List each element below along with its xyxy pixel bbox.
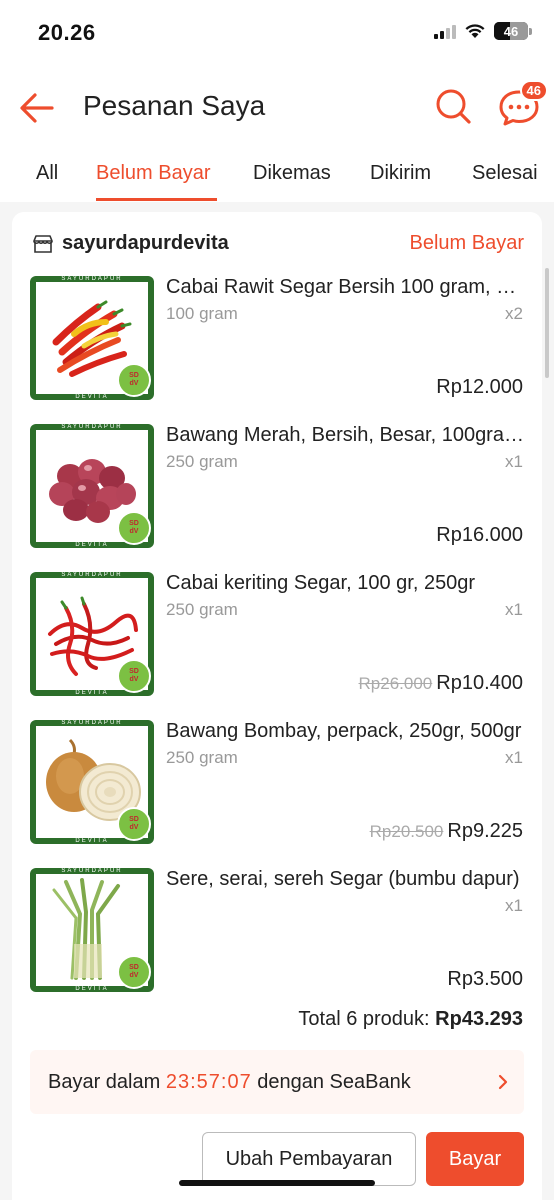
item-quantity: x2 bbox=[505, 304, 523, 323]
active-tab-indicator bbox=[96, 198, 217, 201]
order-item[interactable]: SAYURDAPUR SD dV DEVITA Bawang Merah, Be… bbox=[12, 424, 542, 550]
product-thumbnail: SAYURDAPUR SD dV DEVITA bbox=[30, 276, 154, 400]
back-button[interactable] bbox=[18, 88, 58, 128]
home-indicator[interactable] bbox=[179, 1180, 375, 1186]
shop-logo: SD dV bbox=[117, 955, 151, 989]
shop-logo: SD dV bbox=[117, 511, 151, 545]
item-variant: 100 gram bbox=[166, 304, 238, 323]
item-quantity: x1 bbox=[505, 600, 523, 619]
page-title: Pesanan Saya bbox=[83, 90, 266, 121]
order-item[interactable]: SAYURDAPUR SD dV DEVITA Cabai keriting Se… bbox=[12, 572, 542, 698]
item-title: Bawang Bombay, perpack, 250gr, 500gr bbox=[166, 720, 522, 742]
order-item[interactable]: SAYURDAPUR SD dV DEVITA Bawang Bombay, pe… bbox=[12, 720, 542, 846]
product-thumbnail: SAYURDAPUR SD dV DEVITA bbox=[30, 868, 154, 992]
item-variant: 250 gram bbox=[166, 600, 238, 619]
item-price: Rp3.500 bbox=[447, 968, 523, 990]
item-quantity: x1 bbox=[505, 452, 523, 471]
status-icons: 46 bbox=[434, 22, 532, 40]
tab-dikemas[interactable]: Dikemas bbox=[253, 162, 331, 185]
arrow-left-icon bbox=[20, 93, 54, 123]
scrollbar[interactable] bbox=[545, 268, 549, 378]
tab-all[interactable]: All bbox=[36, 162, 58, 185]
order-status: Belum Bayar bbox=[409, 232, 525, 254]
item-quantity: x1 bbox=[505, 896, 523, 915]
wifi-icon bbox=[465, 24, 485, 38]
order-total-amount: Rp43.293 bbox=[435, 1008, 523, 1030]
item-original-price: Rp20.500 bbox=[369, 822, 444, 841]
item-price: Rp12.000 bbox=[436, 376, 523, 398]
payment-deadline-banner[interactable]: Bayar dalam 23:57:07 dengan SeaBank bbox=[30, 1050, 524, 1114]
battery-level: 46 bbox=[503, 23, 519, 39]
item-price-row: Rp26.000 Rp10.400 bbox=[359, 672, 523, 695]
search-icon bbox=[436, 89, 471, 124]
thumb-brand-bottom: DEVITA bbox=[75, 542, 109, 548]
item-variant: 250 gram bbox=[166, 748, 238, 767]
item-original-price: Rp26.000 bbox=[358, 674, 433, 693]
item-variant: 250 gram bbox=[166, 452, 238, 471]
order-item[interactable]: SAYURDAPUR SD dV DEVITA Cabai Rawit Segar… bbox=[12, 276, 542, 402]
thumb-brand-bottom: DEVITA bbox=[75, 394, 109, 400]
tab-belum-bayar[interactable]: Belum Bayar bbox=[96, 162, 211, 185]
product-thumbnail: SAYURDAPUR SD dV DEVITA bbox=[30, 572, 154, 696]
item-price: Rp16.000 bbox=[436, 524, 523, 546]
app-header: Pesanan Saya 46 bbox=[0, 78, 554, 138]
thumb-brand-bottom: DEVITA bbox=[75, 838, 109, 844]
tab-dikirim[interactable]: Dikirim bbox=[370, 162, 431, 185]
order-card[interactable]: sayurdapurdevita Belum Bayar SAYURDAPUR … bbox=[12, 212, 542, 1200]
item-price-row: Rp12.000 bbox=[436, 376, 523, 399]
battery-icon: 46 bbox=[494, 22, 532, 40]
tab-selesai[interactable]: Selesai bbox=[472, 162, 538, 185]
search-button[interactable] bbox=[434, 86, 474, 126]
item-quantity: x1 bbox=[505, 748, 523, 767]
product-thumbnail: SAYURDAPUR SD dV DEVITA bbox=[30, 424, 154, 548]
item-title: Cabai keriting Segar, 100 gr, 250gr bbox=[166, 572, 476, 594]
item-price-row: Rp20.500 Rp9.225 bbox=[370, 820, 523, 843]
product-thumbnail: SAYURDAPUR SD dV DEVITA bbox=[30, 720, 154, 844]
payment-deadline-text: Bayar dalam 23:57:07 dengan SeaBank bbox=[48, 1071, 411, 1094]
chat-badge: 46 bbox=[519, 80, 548, 101]
item-price: Rp9.225 bbox=[447, 820, 523, 842]
item-title: Sere, serai, sereh Segar (bumbu dapur) bbox=[166, 868, 520, 890]
shop-name[interactable]: sayurdapurdevita bbox=[62, 232, 229, 255]
item-title: Cabai Rawit Segar Bersih 100 gram, 250 g… bbox=[166, 276, 524, 298]
payment-countdown: 23:57:07 bbox=[165, 1071, 252, 1093]
pay-suffix: dengan SeaBank bbox=[257, 1071, 411, 1093]
shop-logo: SD dV bbox=[117, 659, 151, 693]
order-total-label: Total 6 produk: bbox=[298, 1008, 430, 1030]
status-time: 20.26 bbox=[38, 20, 96, 45]
thumb-brand-bottom: DEVITA bbox=[75, 986, 109, 992]
change-payment-button[interactable]: Ubah Pembayaran bbox=[202, 1132, 416, 1186]
shop-logo: SD dV bbox=[117, 363, 151, 397]
item-title: Bawang Merah, Bersih, Besar, 100gram, 25… bbox=[166, 424, 524, 446]
shop-row[interactable]: sayurdapurdevita Belum Bayar bbox=[12, 230, 542, 260]
thumb-brand-bottom: DEVITA bbox=[75, 690, 109, 696]
chat-button[interactable]: 46 bbox=[498, 80, 548, 128]
pay-prefix: Bayar dalam bbox=[48, 1071, 161, 1093]
item-price-row: Rp3.500 bbox=[447, 968, 523, 991]
order-total: Total 6 produk: Rp43.293 bbox=[298, 1008, 523, 1031]
order-item[interactable]: SAYURDAPUR SD dV DEVITA Sere, serai, sere… bbox=[12, 868, 542, 994]
shop-icon bbox=[33, 235, 53, 253]
cellular-signal-icon bbox=[434, 23, 456, 39]
item-price-row: Rp16.000 bbox=[436, 524, 523, 547]
order-tabs: All Belum Bayar Dikemas Dikirim Selesai bbox=[0, 150, 554, 202]
chevron-right-icon bbox=[498, 1074, 508, 1090]
item-price: Rp10.400 bbox=[436, 672, 523, 694]
status-bar: 20.26 46 bbox=[0, 0, 554, 70]
pay-button[interactable]: Bayar bbox=[426, 1132, 524, 1186]
shop-logo: SD dV bbox=[117, 807, 151, 841]
